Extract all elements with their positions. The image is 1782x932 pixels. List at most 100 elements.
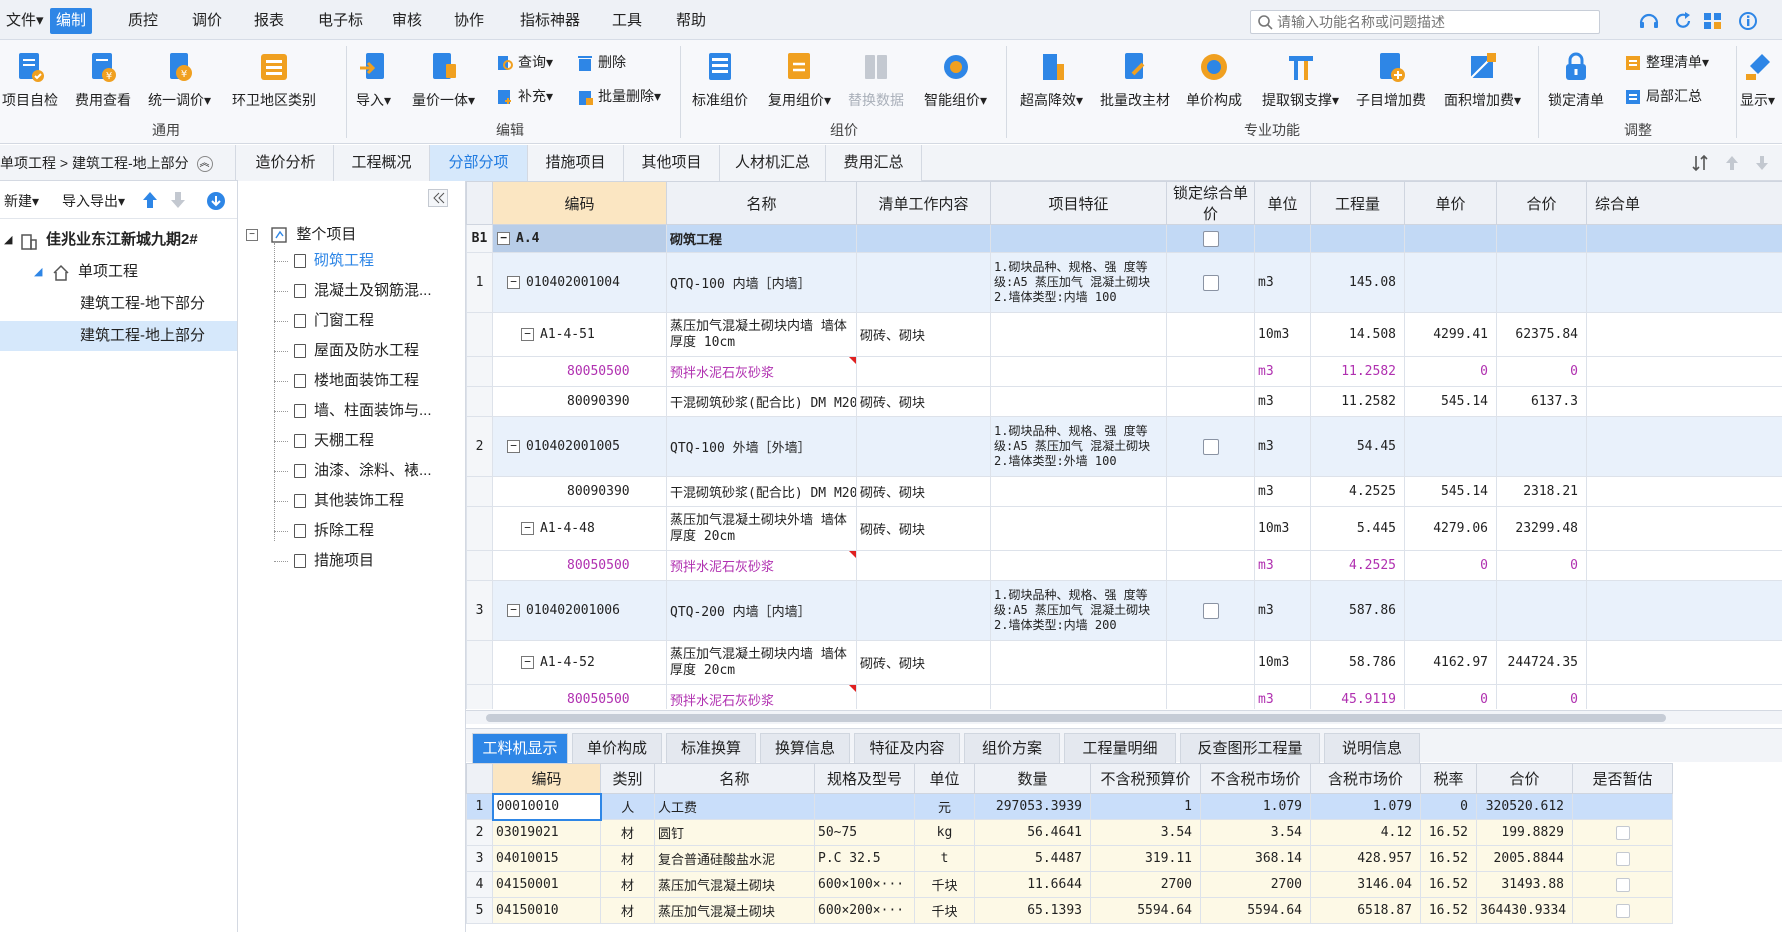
menu-file[interactable]: 文件▾ bbox=[0, 8, 50, 34]
cell-qty[interactable]: 587.86 bbox=[1310, 580, 1405, 641]
cell-name[interactable]: 蒸压加气混凝土砌块内墙 墙体厚度 10cm bbox=[666, 312, 857, 357]
cell-code[interactable]: 80050500 bbox=[492, 356, 667, 387]
cell-work[interactable] bbox=[856, 580, 991, 641]
organize-list-button[interactable]: 整理清单▾ bbox=[1624, 52, 1709, 72]
cell-name[interactable]: 预拌水泥石灰砂浆 bbox=[666, 550, 857, 581]
cell-comp-price[interactable] bbox=[1586, 476, 1782, 507]
cell-feature[interactable]: 1.砌块品种、规格、强 度等级:A5 蒸压加气 混凝土砌块 2.墙体类型:外墙 … bbox=[990, 416, 1167, 477]
horizontal-scrollbar[interactable] bbox=[466, 710, 1782, 724]
cell-total[interactable]: 2005.8844 bbox=[1476, 845, 1573, 872]
cell-name[interactable]: 人工费 bbox=[654, 793, 815, 820]
search-box[interactable] bbox=[1250, 10, 1600, 34]
grid-row[interactable]: 3−010402001006 QTQ-200 内墙［内墙］ 1.砌块品种、规格、强 … bbox=[466, 580, 1782, 641]
col-price[interactable]: 单价 bbox=[1404, 181, 1497, 225]
area-add-button[interactable]: 面积增加费▾ bbox=[1444, 50, 1521, 110]
cell-lock[interactable] bbox=[1166, 224, 1255, 253]
grid-row[interactable]: 2−010402001005 QTQ-100 外墙［外墙］ 1.砌块品种、规格、强 … bbox=[466, 416, 1782, 477]
cell-lock[interactable] bbox=[1166, 550, 1255, 581]
col-name[interactable]: 名称 bbox=[666, 181, 857, 225]
col-total[interactable]: 合价 bbox=[1496, 181, 1587, 225]
bcol-category[interactable]: 类别 bbox=[600, 763, 655, 794]
grid-row[interactable]: − A1-4-52 蒸压加气混凝土砌块内墙 墙体厚度 20cm 砌砖、砌块 10m3 58… bbox=[466, 640, 1782, 685]
btab-features[interactable]: 特征及内容 bbox=[854, 733, 960, 763]
cell-category[interactable]: 材 bbox=[600, 897, 655, 924]
cell-feature[interactable] bbox=[990, 550, 1167, 581]
cell-feature[interactable] bbox=[990, 356, 1167, 387]
provisional-checkbox[interactable] bbox=[1615, 825, 1630, 840]
cell-lock[interactable] bbox=[1166, 506, 1255, 551]
menu-report[interactable]: 报表 bbox=[248, 8, 290, 34]
cell-qty[interactable]: 4.2525 bbox=[1310, 550, 1405, 581]
cell-unit[interactable]: 10m3 bbox=[1254, 640, 1311, 685]
btab-labor-material[interactable]: 工料机显示 bbox=[472, 733, 568, 763]
cell-feature[interactable]: 1.砌块品种、规格、强 度等级:A5 蒸压加气 混凝土砌块 2.墙体类型:内墙 … bbox=[990, 252, 1167, 313]
cell-budget[interactable]: 319.11 bbox=[1090, 845, 1201, 872]
tree-single-project[interactable]: ◢ 单项工程 bbox=[0, 257, 237, 287]
menu-index-tool[interactable]: 指标神器 bbox=[514, 8, 586, 34]
cell-feature[interactable] bbox=[990, 476, 1167, 507]
cell-name[interactable]: 干混砌筑砂浆(配合比) DM M20 bbox=[666, 386, 857, 417]
cell-unit[interactable]: t bbox=[914, 845, 975, 872]
cell-code[interactable]: −010402001004 bbox=[492, 252, 667, 313]
move-down-icon[interactable] bbox=[1752, 153, 1772, 173]
expand-arrow-icon[interactable]: ◢ bbox=[34, 257, 42, 287]
bcol-qty[interactable]: 数量 bbox=[974, 763, 1091, 794]
bcol-spec[interactable]: 规格及型号 bbox=[814, 763, 915, 794]
cell-comp-price[interactable] bbox=[1586, 580, 1782, 641]
cell-lock[interactable] bbox=[1166, 684, 1255, 709]
cell-price[interactable] bbox=[1404, 224, 1497, 253]
cell-total[interactable]: 62375.84 bbox=[1496, 312, 1587, 357]
cell-work[interactable] bbox=[856, 224, 991, 253]
bcol-market[interactable]: 不含税市场价 bbox=[1200, 763, 1311, 794]
cell-qty[interactable]: 4.2525 bbox=[1310, 476, 1405, 507]
cell-unit[interactable]: m3 bbox=[1254, 550, 1311, 581]
cell-name[interactable]: 预拌水泥石灰砂浆 bbox=[666, 356, 857, 387]
section-item[interactable]: 天棚工程 bbox=[274, 427, 374, 455]
cell-price[interactable]: 4299.41 bbox=[1404, 312, 1497, 357]
cell-code[interactable]: −010402001006 bbox=[492, 580, 667, 641]
cell-category[interactable]: 人 bbox=[600, 793, 655, 820]
cell-category[interactable]: 材 bbox=[600, 871, 655, 898]
local-summary-button[interactable]: 局部汇总 bbox=[1624, 86, 1702, 106]
cell-price[interactable]: 4279.06 bbox=[1404, 506, 1497, 551]
cell-price[interactable]: 545.14 bbox=[1404, 386, 1497, 417]
cell-price[interactable] bbox=[1404, 580, 1497, 641]
material-row[interactable]: 1 00010010 人人工费元 297053.3939 1 1.079 1.079 0 320… bbox=[466, 792, 1673, 821]
cell-comp-price[interactable] bbox=[1586, 416, 1782, 477]
cell-budget[interactable]: 5594.64 bbox=[1090, 897, 1201, 924]
cell-tax-rate[interactable]: 16.52 bbox=[1420, 845, 1477, 872]
cell-unit[interactable]: m3 bbox=[1254, 684, 1311, 709]
provisional-checkbox[interactable] bbox=[1615, 877, 1630, 892]
lock-list-button[interactable]: 锁定清单 bbox=[1548, 50, 1604, 110]
grid-row[interactable]: − A1-4-48 蒸压加气混凝土砌块外墙 墙体厚度 20cm 砌砖、砌块 10m3 5.… bbox=[466, 506, 1782, 551]
cell-spec[interactable]: 600×100×··· bbox=[814, 871, 915, 898]
btab-convert-info[interactable]: 换算信息 bbox=[760, 733, 850, 763]
cell-tax-market[interactable]: 428.957 bbox=[1310, 845, 1421, 872]
subitem-add-button[interactable]: 子目增加费 bbox=[1356, 50, 1426, 110]
tree-aboveground[interactable]: 建筑工程-地上部分 bbox=[0, 321, 237, 351]
cell-work[interactable] bbox=[856, 252, 991, 313]
bcol-code[interactable]: 编码 bbox=[492, 763, 601, 794]
cell-comp-price[interactable] bbox=[1586, 506, 1782, 551]
sort-icon[interactable] bbox=[1690, 153, 1710, 173]
cell-market[interactable]: 1.079 bbox=[1200, 793, 1311, 820]
cell-qty[interactable]: 65.1393 bbox=[974, 897, 1091, 924]
cell-budget[interactable]: 1 bbox=[1090, 793, 1201, 820]
cell-comp-price[interactable] bbox=[1586, 356, 1782, 387]
cell-code[interactable]: − A1-4-48 bbox=[492, 506, 667, 551]
fee-view-button[interactable]: ¥ 费用查看 bbox=[75, 50, 131, 110]
display-button[interactable]: 显示▾ bbox=[1740, 50, 1775, 110]
smart-compose-button[interactable]: 智能组价▾ bbox=[924, 50, 987, 110]
material-row[interactable]: 3 04010015 材复合普通硅酸盐水泥 P.C 32.5 t 5.4487 319.11… bbox=[466, 845, 1673, 872]
cell-work[interactable] bbox=[856, 416, 991, 477]
cell-lock[interactable] bbox=[1166, 356, 1255, 387]
cell-spec[interactable]: 600×200×··· bbox=[814, 897, 915, 924]
cell-unit[interactable]: m3 bbox=[1254, 356, 1311, 387]
cell-total[interactable]: 0 bbox=[1496, 684, 1587, 709]
cell-code[interactable]: 04010015 bbox=[492, 845, 601, 872]
cell-feature[interactable] bbox=[990, 224, 1167, 253]
cell-comp-price[interactable] bbox=[1586, 684, 1782, 709]
cell-work[interactable]: 砌砖、砌块 bbox=[856, 506, 991, 551]
cell-name[interactable]: 复合普通硅酸盐水泥 bbox=[654, 845, 815, 872]
cell-lock[interactable] bbox=[1166, 312, 1255, 357]
